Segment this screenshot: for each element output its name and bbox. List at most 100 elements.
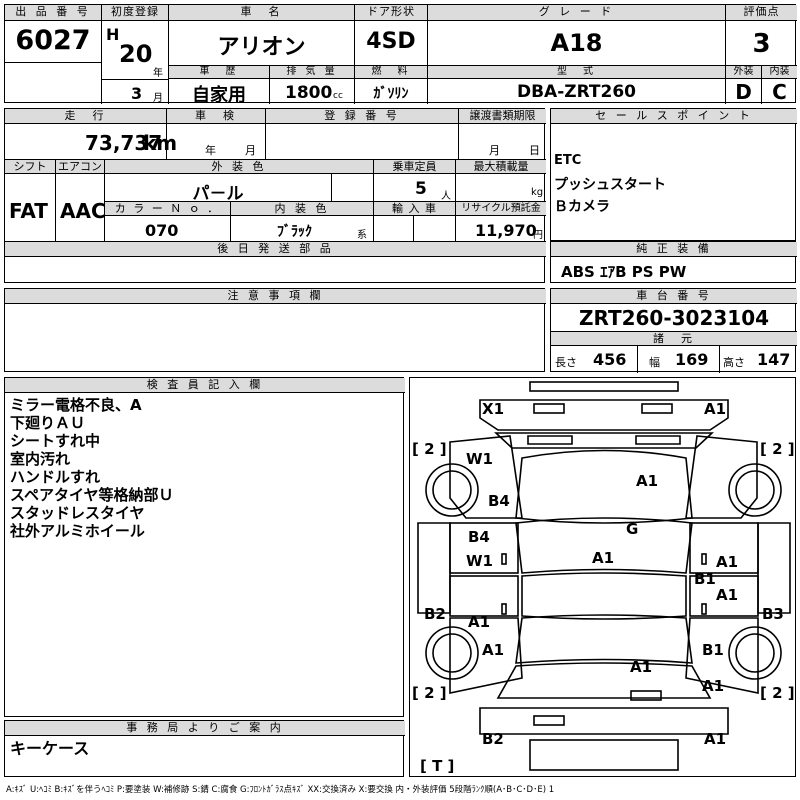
equipment-box: 純 正 装 備 ABS ｴｱB PS PW <box>550 241 797 283</box>
damage-mark: A1 <box>704 730 727 748</box>
inspector-note: スペアタイヤ等格納部Ｕ <box>10 486 174 504</box>
displacement-label: 排 気 量 <box>270 66 354 79</box>
lot-label: 出 品 番 号 <box>5 5 101 21</box>
car-outline <box>417 381 791 771</box>
vehicle-info-box: 走 行 車 検 登 録 番 号 譲渡書類期限 73,737 km 年 月 月 日… <box>4 108 546 283</box>
damage-mark: A1 <box>702 677 725 695</box>
inspector-note: 下廻りＡＵ <box>10 414 86 432</box>
intcolor-label: 内 装 色 <box>231 202 373 216</box>
maxload-label: 最大積載量 <box>456 160 546 174</box>
damage-mark: X1 <box>482 400 505 418</box>
damage-mark: A1 <box>482 641 505 659</box>
damage-mark: G <box>626 520 639 538</box>
door-type: 4SD <box>366 29 416 54</box>
caution-label: 注 意 事 項 欄 <box>5 289 546 304</box>
legend: A:ｷｽﾞ U:ﾍｺﾐ B:ｷｽﾞを伴うﾍｺﾐ P:要塗装 W:補修跡 S:錆 … <box>6 785 555 795</box>
inspector-note: 室内汚れ <box>10 450 71 468</box>
length-value: 456 <box>593 350 627 369</box>
damage-mark: A1 <box>716 553 739 571</box>
damage-mark: B1 <box>702 641 724 659</box>
sales-point-box: セ ー ル ス ポ イ ン ト ETC プッシュスタート Ｂカメラ <box>550 108 797 241</box>
length-label: 長さ <box>555 356 577 369</box>
transfer-month-unit: 月 <box>489 144 500 157</box>
inspection-year-unit: 年 <box>205 144 216 157</box>
damage-mark: A1 <box>630 658 653 676</box>
shift-value: FAT <box>9 199 48 223</box>
damage-diagram: X1 A1 W1 B4 A1 G B4 W1 A1 A1 B1 A1 B2 A1… <box>409 377 796 777</box>
tire-label: [ 2 ] <box>412 440 447 458</box>
damage-mark: B4 <box>468 528 490 546</box>
damage-mark: B4 <box>488 492 510 510</box>
office-box: 事 務 局 よ り ご 案 内 キーケース <box>4 720 405 777</box>
damage-mark: B2 <box>424 605 446 623</box>
month-unit: 月 <box>153 93 163 104</box>
width-value: 169 <box>675 350 709 369</box>
exterior-grade: D <box>735 80 752 104</box>
tire-label: [ 2 ] <box>760 440 795 458</box>
inspector-note: ハンドルすれ <box>10 468 101 486</box>
sales-point-item: Ｂカメラ <box>554 199 610 215</box>
score-label: 評価点 <box>726 5 797 21</box>
damage-mark: A1 <box>704 400 727 418</box>
fuel-value: ｶﾞｿﾘﾝ <box>373 86 409 102</box>
auction-sheet: 出 品 番 号 初度登録 車 名 ドア形状 グ レ ー ド 評価点 6027 H… <box>0 0 800 800</box>
inspector-note: スタッドレスタイヤ <box>10 504 145 522</box>
office-label: 事 務 局 よ り ご 案 内 <box>5 721 405 736</box>
recycle-unit: 円 <box>533 230 543 241</box>
inspector-notes-box: 検 査 員 記 入 欄 ミラー電格不良、A 下廻りＡＵ シートすれ中 室内汚れ … <box>4 377 405 717</box>
mileage-label: 走 行 <box>5 109 166 124</box>
maxload-unit: kg <box>531 187 544 198</box>
regnum-label: 登 録 番 号 <box>266 109 458 124</box>
exterior-label: 外装 <box>726 66 761 79</box>
inspection-month-unit: 月 <box>245 144 256 157</box>
chassis-number: ZRT260-3023104 <box>578 306 770 330</box>
inspector-label: 検 査 員 記 入 欄 <box>5 378 405 393</box>
caution-box: 注 意 事 項 欄 <box>4 288 546 372</box>
grade-label: グ レ ー ド <box>428 5 725 21</box>
inspector-note: シートすれ中 <box>10 432 101 450</box>
damage-mark: A1 <box>716 586 739 604</box>
intcolor-value: ﾌﾞﾗｯｸ <box>277 224 312 240</box>
era-letter: H <box>106 25 120 44</box>
equipment-label: 純 正 装 備 <box>551 242 797 257</box>
score: 3 <box>752 29 771 59</box>
interior-grade: C <box>772 80 787 104</box>
width-label: 幅 <box>649 356 660 369</box>
inspection-label: 車 検 <box>167 109 265 124</box>
recycle-label: リサイクル預託金 <box>456 202 546 216</box>
door-label: ドア形状 <box>355 5 427 21</box>
tire-label: [ 2 ] <box>412 684 447 702</box>
colorno-label: カ ラ ー Ｎ ｏ ． <box>105 202 230 216</box>
shift-label: シフト <box>5 160 55 174</box>
later-parts-label: 後 日 発 送 部 品 <box>5 242 546 257</box>
ac-value: AAC <box>60 199 106 223</box>
import-label: 輸 入 車 <box>374 202 455 216</box>
chassis-label: 車 台 番 号 <box>551 289 797 304</box>
inspector-note: 社外アルミホイール <box>10 522 145 540</box>
damage-mark: B1 <box>694 570 716 588</box>
mileage-unit: km <box>143 131 178 155</box>
history-value: 自家用 <box>192 85 246 106</box>
reg-month: 3 <box>131 84 143 103</box>
chassis-box: 車 台 番 号 ZRT260-3023104 諸 元 長さ 456 幅 169 … <box>550 288 797 373</box>
damage-mark: B2 <box>482 730 504 748</box>
damage-mark: A1 <box>592 549 615 567</box>
fuel-label: 燃 料 <box>355 66 427 79</box>
equipment-value: ABS ｴｱB PS PW <box>561 263 687 281</box>
height-value: 147 <box>757 350 791 369</box>
office-note: キーケース <box>10 739 90 758</box>
capacity-unit: 人 <box>441 191 451 202</box>
damage-mark: A1 <box>468 613 491 631</box>
history-label: 車 歴 <box>169 66 269 79</box>
inspector-note: ミラー電格不良、A <box>10 396 142 414</box>
colorno-value: 070 <box>145 221 179 240</box>
displacement-value: 1800 <box>285 83 333 103</box>
transfer-label: 譲渡書類期限 <box>459 109 546 124</box>
displacement-unit: cc <box>333 91 343 101</box>
car-name-label: 車 名 <box>169 5 354 21</box>
sales-point-item: プッシュスタート <box>554 177 666 193</box>
car-name: アリオン <box>217 35 306 60</box>
color-label: 外 装 色 <box>105 160 373 174</box>
capacity-label: 乗車定員 <box>374 160 455 174</box>
ac-label: エアコン <box>56 160 104 174</box>
